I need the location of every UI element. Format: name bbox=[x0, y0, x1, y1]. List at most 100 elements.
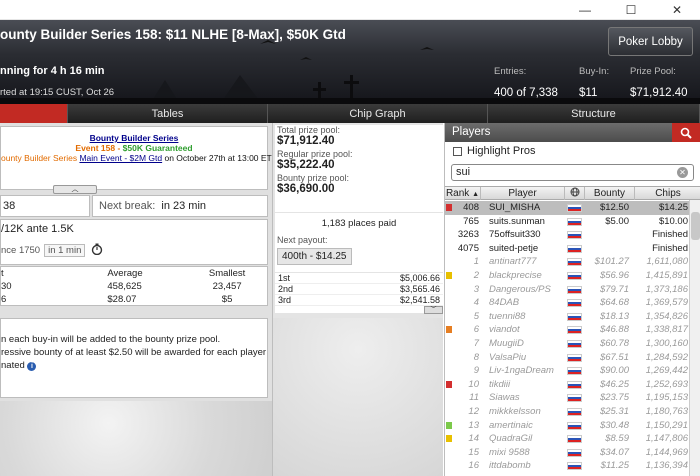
players-scrollbar[interactable] bbox=[689, 200, 700, 476]
bounty-prize-value: $36,690.00 bbox=[277, 183, 335, 195]
tournament-header: ounty Builder Series 158: $11 NLHE [8-Ma… bbox=[0, 20, 700, 104]
highlight-pros-toggle[interactable]: Highlight Pros bbox=[453, 145, 535, 157]
clear-search-icon[interactable]: ✕ bbox=[677, 167, 688, 178]
country-flag-icon bbox=[567, 407, 582, 416]
col-bounty[interactable]: Bounty bbox=[585, 187, 635, 200]
tab-tables[interactable]: Tables bbox=[68, 104, 268, 123]
player-row[interactable]: 12 mikkkelsson $25.31 1,180,763 bbox=[445, 405, 690, 419]
close-button[interactable]: ✕ bbox=[654, 0, 700, 20]
player-note-marker bbox=[446, 218, 452, 225]
scrollbar-thumb[interactable] bbox=[691, 212, 700, 240]
player-row[interactable]: 3 Dangerous/PS $79.71 1,373,186 bbox=[445, 283, 690, 297]
player-row[interactable]: 2 blackprecise $56.96 1,415,891 bbox=[445, 269, 690, 283]
players-header: Players bbox=[445, 123, 700, 142]
player-note-marker bbox=[446, 367, 452, 374]
player-chips: 1,415,891 bbox=[645, 269, 688, 281]
player-row[interactable]: 16 ittdabomb $11.25 1,136,394 bbox=[445, 459, 690, 473]
player-row[interactable]: 408 SUI_MISHA $12.50 $14.25 bbox=[445, 201, 690, 215]
collapse-toggle[interactable]: ︿ bbox=[53, 185, 97, 194]
stack-cell: 30 bbox=[1, 281, 12, 292]
player-name: amertinaic bbox=[489, 419, 533, 431]
player-row[interactable]: 11 Siawas $23.75 1,195,153 bbox=[445, 391, 690, 405]
player-name: antinart777 bbox=[489, 256, 537, 268]
country-flag-icon bbox=[567, 312, 582, 321]
stack-header-smallest: Smallest bbox=[208, 268, 246, 279]
stack-stats-table: t Average Smallest 30 458,625 23,457 6 $… bbox=[0, 266, 268, 306]
players-table-header: Rank ▲ Player Bounty Chips bbox=[445, 186, 700, 200]
col-country[interactable] bbox=[565, 187, 585, 200]
player-name: suited-petje bbox=[489, 242, 539, 254]
payout-row: 2nd $3,565.46 bbox=[275, 284, 443, 295]
player-note-marker bbox=[446, 394, 452, 401]
country-flag-icon bbox=[567, 271, 582, 280]
player-bounty: $101.27 bbox=[594, 256, 629, 268]
next-payout-box: Next payout: 400th - $14.25 bbox=[275, 234, 443, 272]
player-note-marker bbox=[446, 204, 452, 211]
minimize-button[interactable]: — bbox=[562, 0, 608, 20]
entries-label: Entries: bbox=[494, 66, 527, 77]
tab-structure[interactable]: Structure bbox=[488, 104, 700, 123]
player-note-marker bbox=[446, 299, 452, 306]
player-note-marker bbox=[446, 340, 452, 347]
col-rank[interactable]: Rank ▲ bbox=[445, 187, 481, 200]
total-prize-value: $71,912.40 bbox=[277, 135, 335, 147]
player-name: Siawas bbox=[489, 392, 520, 404]
player-chips: 1,147,806 bbox=[645, 433, 688, 445]
player-bounty: $67.51 bbox=[599, 351, 629, 363]
player-row[interactable]: 14 QuadraGil $8.59 1,147,806 bbox=[445, 432, 690, 446]
player-rank: 7 bbox=[473, 337, 479, 349]
player-rank: 9 bbox=[473, 365, 479, 377]
player-row[interactable]: 4 84DAB $64.68 1,369,579 bbox=[445, 296, 690, 310]
col-player[interactable]: Player bbox=[481, 187, 565, 200]
player-row[interactable]: 8 ValsaPiu $67.51 1,284,592 bbox=[445, 351, 690, 365]
tab-chip-graph[interactable]: Chip Graph bbox=[268, 104, 488, 123]
player-bounty: $34.07 bbox=[599, 446, 629, 458]
stack-header-largest: t bbox=[1, 268, 4, 279]
player-search-input[interactable]: sui ✕ bbox=[451, 164, 694, 181]
player-chips: $10.00 bbox=[658, 215, 688, 227]
player-row[interactable]: 7 MuugiiD $60.78 1,300,160 bbox=[445, 337, 690, 351]
player-chips: 1,300,160 bbox=[645, 337, 688, 349]
maximize-button[interactable]: ☐ bbox=[608, 0, 654, 20]
player-rank: 3 bbox=[473, 283, 479, 295]
poker-lobby-button[interactable]: Poker Lobby bbox=[608, 27, 693, 56]
expand-payouts-button[interactable]: ﹀ bbox=[424, 306, 443, 314]
player-rank: 1 bbox=[473, 256, 479, 268]
player-row[interactable]: 765 suits.sunman $5.00 $10.00 bbox=[445, 215, 690, 229]
country-flag-icon bbox=[567, 462, 582, 471]
start-time: rted at 19:15 CUST, Oct 26 bbox=[0, 87, 115, 98]
player-row[interactable]: 13 amertinaic $30.48 1,150,291 bbox=[445, 419, 690, 433]
tab-info[interactable] bbox=[0, 104, 68, 123]
payout-place: 2nd bbox=[278, 284, 294, 294]
col-rank-label: Rank bbox=[445, 188, 470, 199]
entries-stat: Entries: 400 of 7,338 bbox=[494, 66, 558, 99]
player-rank: 10 bbox=[468, 378, 479, 390]
player-row[interactable]: 10 tikdiii $46.25 1,252,693 bbox=[445, 378, 690, 392]
player-row[interactable]: 15 mixi 9588 $34.07 1,144,969 bbox=[445, 446, 690, 460]
col-chips[interactable]: Chips bbox=[635, 187, 700, 200]
promo-event-line: Event 158 - $50K Guaranteed bbox=[1, 143, 267, 153]
info-icon[interactable]: i bbox=[27, 362, 37, 371]
highlight-pros-checkbox[interactable] bbox=[453, 146, 462, 156]
player-row[interactable]: 5 tuenni88 $18.13 1,354,826 bbox=[445, 310, 690, 324]
player-row[interactable]: 9 Liv-1ngaDream $90.00 1,269,442 bbox=[445, 364, 690, 378]
player-note-marker bbox=[446, 421, 452, 429]
player-chips: 1,144,969 bbox=[645, 446, 688, 458]
promo-series-link[interactable]: Bounty Builder Series bbox=[1, 133, 267, 143]
prize-panel: Total prize pool: $71,912.40 Regular pri… bbox=[272, 123, 443, 476]
promo-main-event-link[interactable]: Main Event - $2M Gtd bbox=[79, 153, 162, 163]
player-row[interactable]: 3263 75offsuit330 Finished bbox=[445, 228, 690, 242]
player-name: 84DAB bbox=[489, 297, 520, 309]
bounty-info-line-3-text: nated bbox=[1, 360, 25, 371]
player-row[interactable]: 1 antinart777 $101.27 1,611,080 bbox=[445, 255, 690, 269]
sort-asc-icon: ▲ bbox=[472, 191, 480, 198]
player-row[interactable]: 6 viandot $46.88 1,338,817 bbox=[445, 323, 690, 337]
player-chips: 1,195,153 bbox=[645, 392, 688, 404]
promo-event-prefix: Event 158 - bbox=[75, 143, 123, 153]
player-row[interactable]: 4075 suited-petje Finished bbox=[445, 242, 690, 256]
level-box: 38 bbox=[0, 195, 90, 217]
payout-amount: $3,565.46 bbox=[399, 284, 440, 294]
current-blinds: /12K ante 1.5K bbox=[1, 223, 74, 235]
player-search-button[interactable] bbox=[672, 123, 700, 142]
stack-header-average: Average bbox=[107, 268, 143, 279]
